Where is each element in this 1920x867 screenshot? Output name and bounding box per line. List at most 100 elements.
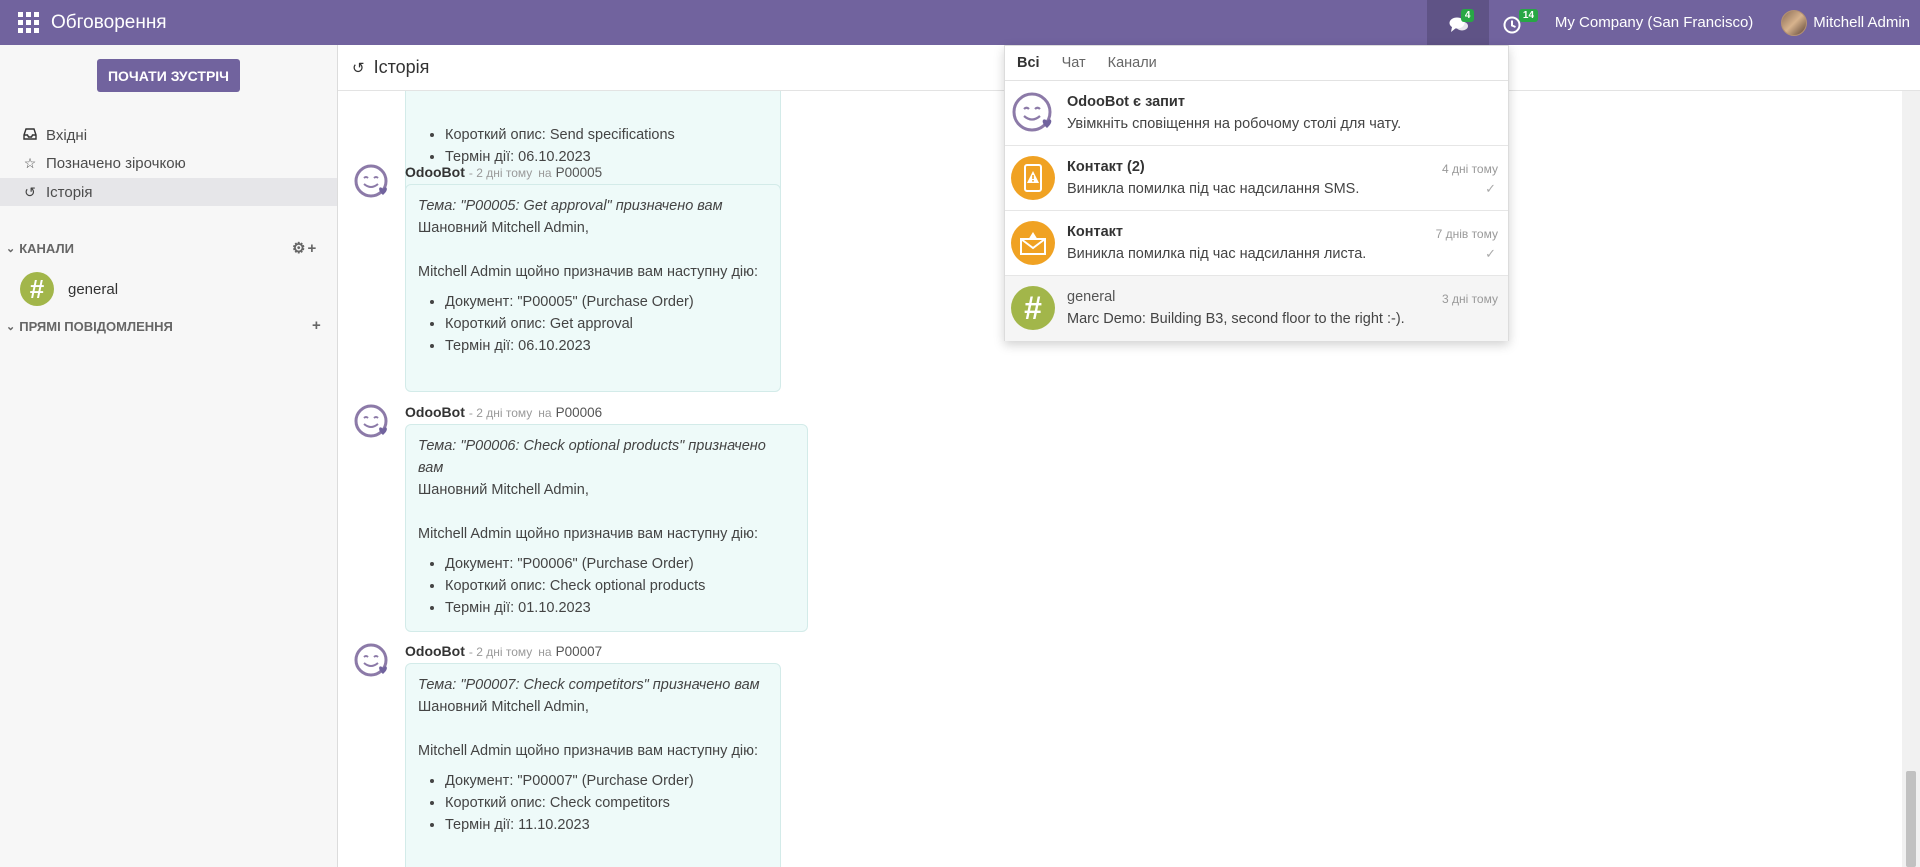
gear-icon[interactable]: ⚙ [292, 240, 305, 257]
message-detail: Короткий опис: Check competitors [445, 792, 768, 814]
notification-item[interactable]: OdooBot є запит Увімкніть сповіщення на … [1005, 81, 1508, 146]
sidebar-item-history[interactable]: ↺ Історія [0, 178, 337, 206]
activity-badge: 14 [1518, 9, 1539, 22]
activity-menu-button[interactable]: 14 [1489, 0, 1541, 45]
dm-category-toggle[interactable]: ⌄ ПРЯМІ ПОВІДОМЛЕННЯ [6, 319, 173, 334]
notification-item[interactable]: Контакт Виникла помилка під час надсилан… [1005, 211, 1508, 276]
message-author[interactable]: OdooBot [405, 643, 465, 659]
notification-title: Контакт [1067, 224, 1123, 240]
message-on-label: на [538, 645, 552, 659]
odoobot-avatar-icon [354, 404, 388, 438]
notification-date: 7 днів тому [1435, 227, 1498, 241]
channel-hash-icon: # [1011, 286, 1055, 330]
discuss-sidebar: ПОЧАТИ ЗУСТРІЧ Вхідні ☆ Позначено зірочк… [0, 45, 338, 867]
sidebar-item-label: Вхідні [46, 126, 88, 144]
mark-read-check-icon[interactable]: ✓ [1485, 246, 1496, 262]
app-menu-icon[interactable] [17, 12, 39, 34]
odoobot-icon [1012, 92, 1052, 132]
tab-channels[interactable]: Канали [1108, 55, 1157, 71]
channels-header: КАНАЛИ [19, 241, 74, 256]
notification-title: general [1067, 289, 1116, 305]
user-name: Mitchell Admin [1813, 14, 1910, 31]
message-detail: Термін дії: 01.10.2023 [445, 597, 795, 619]
dm-header: ПРЯМІ ПОВІДОМЛЕННЯ [19, 319, 173, 334]
channel-name: general [68, 280, 119, 298]
sidebar-item-label: Історія [46, 183, 93, 201]
message-record-link[interactable]: P00005 [556, 165, 603, 180]
history-icon: ↺ [352, 59, 365, 77]
message-subject: Тема: "P00006: Check optional products" … [418, 438, 766, 476]
notification-preview: Увімкніть сповіщення на робочому столі д… [1067, 116, 1402, 132]
user-avatar [1781, 9, 1808, 36]
messaging-dropdown: Всі Чат Канали OdooBot є запит Увімкніть… [1004, 45, 1509, 341]
company-name: My Company (San Francisco) [1554, 14, 1754, 31]
notification-date: 4 дні тому [1441, 162, 1498, 176]
notification-item[interactable]: Контакт (2) Виникла помилка під час надс… [1005, 146, 1508, 211]
star-icon: ☆ [23, 154, 37, 171]
channel-item-general[interactable]: # general [20, 272, 118, 306]
message-greeting: Шановний Mitchell Admin, [418, 220, 589, 236]
sidebar-item-inbox[interactable]: Вхідні [0, 121, 337, 149]
chevron-down-icon: ⌄ [6, 321, 16, 333]
message-record-link[interactable]: P00007 [556, 644, 603, 659]
start-meeting-button[interactable]: ПОЧАТИ ЗУСТРІЧ [97, 59, 240, 92]
message-time: - 2 дні тому [468, 166, 533, 180]
message-bubble: Тема: "P00005: Get approval" призначено … [405, 184, 781, 392]
odoobot-avatar-icon [354, 164, 388, 198]
notification-preview: Виникла помилка під час надсилання SMS. [1067, 181, 1360, 197]
add-dm-icon[interactable]: + [312, 317, 321, 334]
odoobot-avatar-icon [354, 643, 388, 677]
messaging-menu-button[interactable]: 4 [1426, 0, 1489, 45]
message-body: Mitchell Admin щойно призначив вам насту… [418, 264, 759, 280]
message-detail: Документ: "P00007" (Purchase Order) [445, 770, 768, 792]
notification-title: Контакт (2) [1067, 159, 1145, 175]
notification-preview: Marc Demo: Building B3, second floor to … [1067, 311, 1405, 327]
user-menu[interactable]: Mitchell Admin [1767, 0, 1920, 45]
channels-category-toggle[interactable]: ⌄ КАНАЛИ [6, 241, 74, 256]
thread-scrollbar[interactable] [1902, 91, 1920, 867]
thread-title: Історія [373, 57, 430, 77]
message-detail: Короткий опис: Get approval [445, 313, 768, 335]
inbox-icon [22, 127, 38, 143]
message-time: - 2 дні тому [468, 406, 533, 420]
tab-all[interactable]: Всі [1017, 55, 1040, 71]
message-detail: Документ: "P00005" (Purchase Order) [445, 291, 768, 313]
message-on-label: на [538, 166, 552, 180]
message-author[interactable]: OdooBot [405, 164, 465, 180]
message-bubble: Тема: "P00006: Check optional products" … [405, 424, 808, 632]
sidebar-item-label: Позначено зірочкою [46, 154, 186, 172]
message-bubble: Тема: "P00007: Check competitors" призна… [405, 663, 781, 867]
company-switcher[interactable]: My Company (San Francisco) [1541, 0, 1767, 45]
message-greeting: Шановний Mitchell Admin, [418, 482, 589, 498]
mark-read-check-icon[interactable]: ✓ [1485, 181, 1496, 197]
mail-warning-icon [1011, 221, 1055, 265]
message-body: Mitchell Admin щойно призначив вам насту… [418, 743, 759, 759]
sidebar-item-starred[interactable]: ☆ Позначено зірочкою [0, 149, 337, 177]
sms-warning-icon [1011, 156, 1055, 200]
message-greeting: Шановний Mitchell Admin, [418, 699, 589, 715]
message-body: Mitchell Admin щойно призначив вам насту… [418, 526, 759, 542]
app-title[interactable]: Обговорення [51, 12, 167, 34]
message-detail: Термін дії: 06.10.2023 [445, 335, 768, 357]
message-detail: Термін дії: 11.10.2023 [445, 814, 768, 836]
notification-item[interactable]: # general Marc Demo: Building B3, second… [1005, 276, 1508, 341]
message-time: - 2 дні тому [468, 645, 533, 659]
channel-hash-icon: # [20, 272, 54, 306]
chat-badge: 4 [1460, 9, 1475, 22]
top-navbar: Обговорення 4 14 My Company (San Francis… [0, 0, 1920, 45]
scrollbar-thumb[interactable] [1906, 771, 1916, 867]
message-detail: Короткий опис: Check optional products [445, 575, 795, 597]
tab-chat[interactable]: Чат [1062, 55, 1086, 71]
history-icon: ↺ [24, 183, 36, 200]
message-subject: Тема: "P00007: Check competitors" призна… [418, 677, 760, 693]
chevron-down-icon: ⌄ [6, 243, 16, 255]
notification-preview: Виникла помилка під час надсилання листа… [1067, 246, 1367, 262]
dropdown-tabs: Всі Чат Канали [1005, 46, 1508, 81]
message-on-label: на [538, 406, 552, 420]
message-record-link[interactable]: P00006 [556, 405, 603, 420]
message-author[interactable]: OdooBot [405, 404, 465, 420]
add-channel-icon[interactable]: + [307, 240, 316, 257]
message-detail: Короткий опис: Send specifications [445, 124, 768, 146]
message-subject: Тема: "P00005: Get approval" призначено … [418, 198, 723, 214]
message-detail: Документ: "P00006" (Purchase Order) [445, 553, 795, 575]
